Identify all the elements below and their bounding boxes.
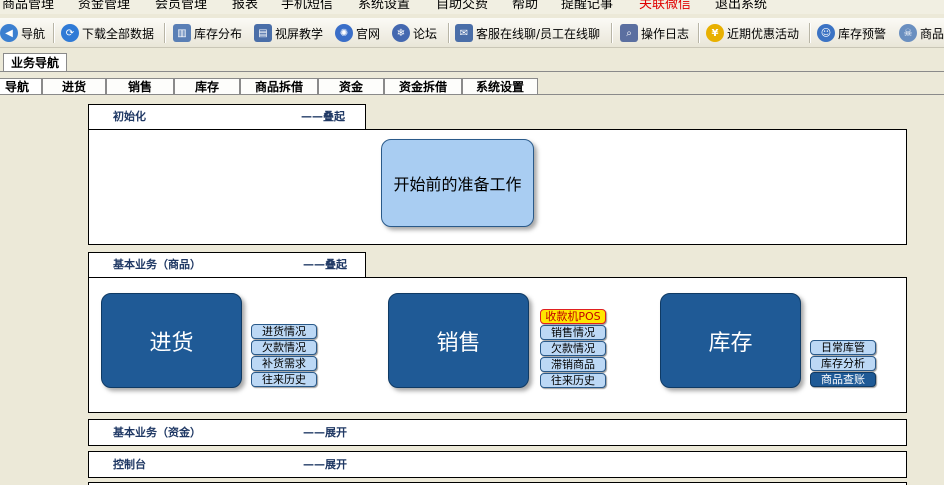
- toolbar-separator: [809, 23, 811, 43]
- website-icon: ✺: [335, 24, 353, 42]
- toolbar-separator: [611, 23, 613, 43]
- tab-product-lending[interactable]: 商品拆借: [240, 78, 318, 95]
- toolbar-inventory-distribution-button[interactable]: ▥ 库存分布: [173, 22, 242, 44]
- section-toggle-expand[interactable]: ——展开: [303, 452, 347, 477]
- daily-stock-button[interactable]: 日常库管: [810, 340, 876, 355]
- tab-sales[interactable]: 销售: [106, 78, 174, 95]
- toolbar-product-button[interactable]: ☠ 商品: [899, 22, 944, 44]
- sales-status-button[interactable]: 销售情况: [540, 325, 606, 340]
- tab-system-settings[interactable]: 系统设置: [462, 78, 538, 95]
- chat-icon: ✉: [455, 24, 473, 42]
- video-tutorial-icon: ▤: [254, 24, 272, 42]
- section-toggle-expand[interactable]: ——展开: [303, 420, 347, 445]
- section-toggle-collapse[interactable]: ——叠起: [301, 105, 345, 129]
- section-header-console: 控制台 ——展开: [88, 451, 907, 478]
- menu-item-system-settings[interactable]: 系统设置: [358, 0, 410, 13]
- download-icon: ⟳: [61, 24, 79, 42]
- preparation-button[interactable]: 开始前的准备工作: [381, 139, 534, 227]
- tab-purchase[interactable]: 进货: [42, 78, 106, 95]
- toolbar-chat-button[interactable]: ✉ 客服在线聊/员工在线聊: [455, 22, 600, 44]
- promotion-icon: ¥: [706, 24, 724, 42]
- product-audit-button[interactable]: 商品查账: [810, 372, 876, 387]
- toolbar-download-button[interactable]: ⟳ 下载全部数据: [61, 22, 154, 44]
- toolbar-separator: [53, 23, 55, 43]
- sales-debt-button[interactable]: 欠款情况: [540, 341, 606, 356]
- sales-button[interactable]: 销售: [388, 293, 529, 388]
- section-body-goods: 进货 进货情况 欠款情况 补货需求 往来历史 销售 收款机POS 销售情况 欠款…: [88, 277, 907, 413]
- menu-item-exit[interactable]: 退出系统: [715, 0, 767, 13]
- tab-funds[interactable]: 资金: [318, 78, 384, 95]
- slow-moving-button[interactable]: 滞销商品: [540, 357, 606, 372]
- section-toggle-collapse[interactable]: ——叠起: [303, 253, 347, 277]
- tab-strip-divider: [0, 71, 944, 72]
- menu-item-sms[interactable]: 手机短信: [281, 0, 333, 13]
- section-header-goods: 基本业务（商品） ——叠起: [88, 252, 366, 278]
- log-icon: ⌕: [620, 24, 638, 42]
- tab-stock[interactable]: 库存: [174, 78, 240, 95]
- menu-bar: 商品管理 资金管理 会员管理 报表 手机短信 系统设置 自助交费 帮助 提醒记事…: [0, 0, 944, 14]
- section-title: 基本业务（商品）: [113, 258, 201, 271]
- menu-item-reminders[interactable]: 提醒记事: [561, 0, 613, 13]
- menu-item-help[interactable]: 帮助: [512, 0, 538, 13]
- toolbar-promotion-button[interactable]: ¥ 近期优惠活动: [706, 22, 799, 44]
- menu-item-fund-management[interactable]: 资金管理: [78, 0, 130, 13]
- purchase-debt-button[interactable]: 欠款情况: [251, 340, 317, 355]
- menu-item-reports[interactable]: 报表: [232, 0, 258, 13]
- toolbar-separator: [164, 23, 166, 43]
- section-title: 基本业务（资金）: [113, 426, 201, 439]
- menu-item-self-pay[interactable]: 自助交费: [436, 0, 488, 13]
- section-header-init: 初始化 ——叠起: [88, 104, 366, 130]
- toolbar-separator: [448, 23, 450, 43]
- section-title: 初始化: [113, 110, 146, 123]
- tab-navigation[interactable]: 导航: [0, 78, 42, 95]
- product-icon: ☠: [899, 24, 917, 42]
- toolbar-navigation-button[interactable]: ◀ 导航: [0, 22, 45, 44]
- stock-button[interactable]: 库存: [660, 293, 801, 388]
- forum-icon: ❄: [392, 24, 410, 42]
- inventory-distribution-icon: ▥: [173, 24, 191, 42]
- section-body-init: 开始前的准备工作: [88, 129, 907, 245]
- section-title: 控制台: [113, 458, 146, 471]
- toolbar-forum-button[interactable]: ❄ 论坛: [392, 22, 437, 44]
- purchase-button[interactable]: 进货: [101, 293, 242, 388]
- inner-tab-divider: [0, 94, 944, 95]
- tab-business-navigation[interactable]: 业务导航: [3, 53, 67, 72]
- toolbar-log-button[interactable]: ⌕ 操作日志: [620, 22, 689, 44]
- toolbar-stock-alert-button[interactable]: ☺ 库存预警: [817, 22, 886, 44]
- menu-item-product-management[interactable]: 商品管理: [2, 0, 54, 13]
- stock-analysis-button[interactable]: 库存分析: [810, 356, 876, 371]
- pos-button[interactable]: 收款机POS: [540, 309, 606, 324]
- toolbar-website-button[interactable]: ✺ 官网: [335, 22, 380, 44]
- purchase-history-button[interactable]: 往来历史: [251, 372, 317, 387]
- toolbar-separator: [698, 23, 700, 43]
- tab-fund-lending[interactable]: 资金拆借: [384, 78, 462, 95]
- section-header-funds: 基本业务（资金） ——展开: [88, 419, 907, 446]
- navigation-icon: ◀: [0, 24, 18, 42]
- menu-item-member-management[interactable]: 会员管理: [155, 0, 207, 13]
- toolbar: ◀ 导航 ⟳ 下载全部数据 ▥ 库存分布 ▤ 视屏教学 ✺ 官网 ❄ 论坛 ✉ …: [0, 18, 944, 48]
- restock-demand-button[interactable]: 补货需求: [251, 356, 317, 371]
- menu-item-wechat[interactable]: 关联微信: [639, 0, 691, 13]
- purchase-status-button[interactable]: 进货情况: [251, 324, 317, 339]
- sales-history-button[interactable]: 往来历史: [540, 373, 606, 388]
- stock-alert-icon: ☺: [817, 24, 835, 42]
- toolbar-video-tutorial-button[interactable]: ▤ 视屏教学: [254, 22, 323, 44]
